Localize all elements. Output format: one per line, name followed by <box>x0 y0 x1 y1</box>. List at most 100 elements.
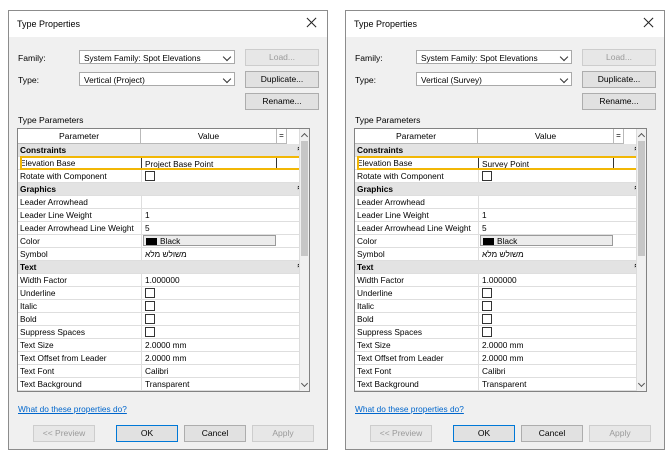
parameter-row[interactable]: Text Background Transparent <box>18 378 309 391</box>
checkbox[interactable] <box>145 288 155 298</box>
value-cell[interactable] <box>141 300 278 312</box>
parameter-row[interactable]: Bold <box>355 313 646 326</box>
ok-button[interactable]: OK <box>116 425 178 442</box>
help-link[interactable]: What do these properties do? <box>355 404 464 414</box>
help-link[interactable]: What do these properties do? <box>18 404 127 414</box>
group-header-row[interactable]: Graphics» <box>18 183 309 196</box>
value-cell[interactable]: 1 <box>478 209 615 221</box>
duplicate-button[interactable]: Duplicate... <box>582 71 656 88</box>
value-cell[interactable] <box>141 287 278 299</box>
close-icon[interactable] <box>303 14 321 32</box>
type-dropdown[interactable]: Vertical (Survey) <box>416 72 572 86</box>
apply-button[interactable]: Apply <box>252 425 314 442</box>
cancel-button[interactable]: Cancel <box>521 425 583 442</box>
value-cell[interactable]: Black <box>141 235 278 247</box>
parameter-row[interactable]: Leader Arrowhead Line Weight 5 <box>18 222 309 235</box>
checkbox[interactable] <box>482 171 492 181</box>
checkbox[interactable] <box>482 327 492 337</box>
rename-button[interactable]: Rename... <box>245 93 319 110</box>
type-parameters-grid[interactable]: Parameter Value = Constraints»Elevation … <box>17 128 310 392</box>
parameter-row[interactable]: Leader Line Weight 1 <box>355 209 646 222</box>
value-cell[interactable] <box>478 170 615 182</box>
value-cell[interactable] <box>478 196 615 208</box>
color-button[interactable]: Black <box>143 235 276 246</box>
value-cell[interactable]: 1.000000 <box>478 274 615 286</box>
checkbox[interactable] <box>145 314 155 324</box>
parameter-row[interactable]: Suppress Spaces <box>18 326 309 339</box>
close-icon[interactable] <box>640 14 658 32</box>
arrow-down-icon[interactable] <box>637 379 646 388</box>
parameter-row[interactable]: Width Factor 1.000000 <box>18 274 309 287</box>
arrow-up-icon[interactable] <box>637 132 646 141</box>
parameter-row[interactable]: Suppress Spaces <box>355 326 646 339</box>
column-header-parameter[interactable]: Parameter <box>18 129 141 144</box>
value-cell[interactable] <box>478 326 615 338</box>
ok-button[interactable]: OK <box>453 425 515 442</box>
parameter-row[interactable]: Text Offset from Leader 2.0000 mm <box>18 352 309 365</box>
parameter-row[interactable]: Text Font Calibri <box>355 365 646 378</box>
parameter-row[interactable]: Color Black <box>18 235 309 248</box>
parameter-row[interactable]: Color Black <box>355 235 646 248</box>
parameter-row[interactable]: Text Font Calibri <box>18 365 309 378</box>
type-dropdown[interactable]: Vertical (Project) <box>79 72 235 86</box>
value-cell[interactable]: 2.0000 mm <box>141 339 278 351</box>
value-cell[interactable] <box>478 300 615 312</box>
rename-button[interactable]: Rename... <box>582 93 656 110</box>
formula-column-button[interactable]: = <box>614 129 624 144</box>
family-dropdown[interactable]: System Family: Spot Elevations <box>416 50 572 64</box>
parameter-row[interactable]: Width Factor 1.000000 <box>355 274 646 287</box>
load-button[interactable]: Load... <box>582 49 656 66</box>
vertical-scrollbar[interactable] <box>636 129 646 391</box>
parameter-row[interactable]: Bold <box>18 313 309 326</box>
parameter-row[interactable]: Rotate with Component <box>355 170 646 183</box>
checkbox[interactable] <box>482 314 492 324</box>
column-header-parameter[interactable]: Parameter <box>355 129 478 144</box>
value-cell[interactable]: 5 <box>141 222 278 234</box>
color-button[interactable]: Black <box>480 235 613 246</box>
scrollbar-thumb[interactable] <box>638 141 645 256</box>
parameter-row[interactable]: Underline <box>355 287 646 300</box>
parameter-row[interactable]: Rotate with Component <box>18 170 309 183</box>
duplicate-button[interactable]: Duplicate... <box>245 71 319 88</box>
value-cell[interactable]: 5 <box>478 222 615 234</box>
column-header-value[interactable]: Value <box>141 129 277 144</box>
parameter-row[interactable]: Leader Arrowhead <box>18 196 309 209</box>
parameter-row[interactable]: Text Size 2.0000 mm <box>355 339 646 352</box>
preview-button[interactable]: << Preview <box>370 425 432 442</box>
load-button[interactable]: Load... <box>245 49 319 66</box>
value-cell[interactable]: 1 <box>141 209 278 221</box>
value-cell[interactable]: Transparent <box>141 378 278 390</box>
parameter-row[interactable]: Leader Arrowhead <box>355 196 646 209</box>
checkbox[interactable] <box>145 327 155 337</box>
parameter-row[interactable]: Leader Line Weight 1 <box>18 209 309 222</box>
value-cell[interactable] <box>141 326 278 338</box>
value-cell[interactable]: Black <box>478 235 615 247</box>
cancel-button[interactable]: Cancel <box>184 425 246 442</box>
value-cell[interactable]: משולש מלא <box>478 248 615 260</box>
parameter-row[interactable]: Leader Arrowhead Line Weight 5 <box>355 222 646 235</box>
arrow-down-icon[interactable] <box>300 379 309 388</box>
type-parameters-grid[interactable]: Parameter Value = Constraints»Elevation … <box>354 128 647 392</box>
checkbox[interactable] <box>145 301 155 311</box>
value-cell[interactable] <box>478 313 615 325</box>
value-cell[interactable]: משולש מלא <box>141 248 278 260</box>
arrow-up-icon[interactable] <box>300 132 309 141</box>
parameter-row[interactable]: Symbol משולש מלא <box>18 248 309 261</box>
group-header-row[interactable]: Text» <box>18 261 309 274</box>
value-cell[interactable]: 1.000000 <box>141 274 278 286</box>
vertical-scrollbar[interactable] <box>299 129 309 391</box>
checkbox[interactable] <box>145 171 155 181</box>
preview-button[interactable]: << Preview <box>33 425 95 442</box>
parameter-row[interactable]: Underline <box>18 287 309 300</box>
group-header-row[interactable]: Text» <box>355 261 646 274</box>
value-cell[interactable] <box>141 170 278 182</box>
value-cell[interactable]: Calibri <box>141 365 278 377</box>
value-cell[interactable]: Transparent <box>478 378 615 390</box>
value-cell[interactable] <box>141 196 278 208</box>
value-cell[interactable] <box>141 313 278 325</box>
checkbox[interactable] <box>482 301 492 311</box>
parameter-row[interactable]: Symbol משולש מלא <box>355 248 646 261</box>
value-cell[interactable]: 2.0000 mm <box>141 352 278 364</box>
parameter-row[interactable]: Italic <box>355 300 646 313</box>
checkbox[interactable] <box>482 288 492 298</box>
